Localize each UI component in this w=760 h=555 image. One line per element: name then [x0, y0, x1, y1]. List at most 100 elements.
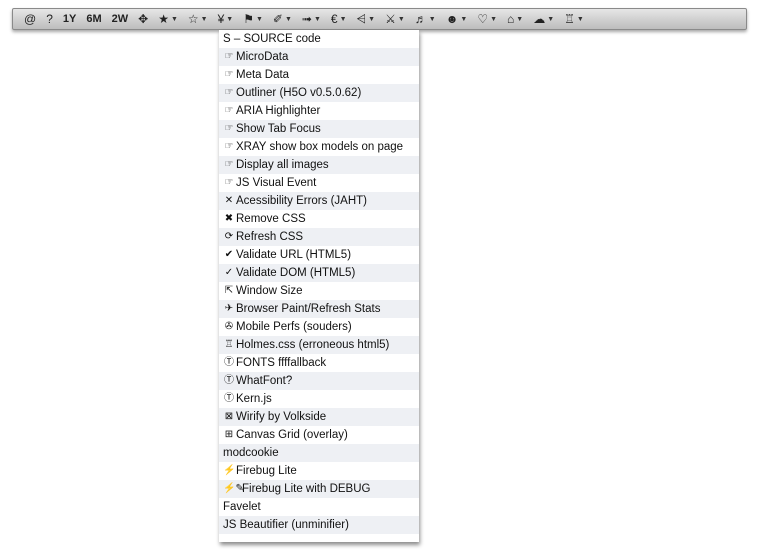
menu-item-label: MicroData	[236, 51, 289, 63]
toolbar-button-tower[interactable]: ♖ ▼	[559, 10, 589, 28]
bookmarklet-dropdown-menu: S – SOURCE code ☞ MicroData ☞ Meta Data ☞ Outl…	[219, 30, 419, 542]
menu-item-label: Browser Paint/Refresh Stats	[236, 303, 381, 315]
chevron-down-icon: ▼	[460, 15, 468, 23]
toolbar-button-heart[interactable]: ♡ ▼	[472, 10, 502, 28]
toolbar-button-star-outline[interactable]: ☆ ▼	[183, 10, 213, 28]
menu-item-icon: ⊞	[224, 429, 234, 440]
toolbar-folder-label: 6M	[86, 13, 102, 25]
euro-icon: €	[330, 12, 338, 26]
menu-item-label: FONTS ffffallback	[236, 357, 327, 369]
menu-item-label: Favelet	[223, 501, 261, 513]
menu-item[interactable]: ⇱ Window Size	[219, 282, 419, 300]
chevron-down-icon: ▼	[397, 15, 405, 23]
menu-item[interactable]: ☞ ARIA Highlighter	[219, 102, 419, 120]
arrow-right-icon: ➟	[301, 12, 312, 26]
music-icon: ♬	[414, 12, 427, 26]
at-icon: @	[24, 12, 37, 26]
crossed-swords-icon: ⚔	[385, 12, 396, 26]
menu-item-icon: ✓	[224, 267, 234, 278]
menu-item[interactable]: Ⓣ FONTS ffffallback	[219, 354, 419, 372]
chevron-down-icon: ▼	[255, 15, 263, 23]
menu-item-icon: ⊠	[224, 411, 234, 422]
toolbar-button-home[interactable]: ⌂ ▼	[502, 10, 528, 28]
toolbar-button-flag[interactable]: ⚑ ▼	[238, 10, 268, 28]
menu-item[interactable]: ✇ Mobile Perfs (souders)	[219, 318, 419, 336]
toolbar-button-move[interactable]: ✥	[133, 10, 153, 28]
menu-item-icon: ♖	[224, 339, 234, 350]
menu-item[interactable]: ☞ Display all images	[219, 156, 419, 174]
menu-item-icon: ⚡	[223, 465, 236, 476]
toolbar-button-cloud[interactable]: ☁ ▼	[528, 10, 559, 28]
menu-item[interactable]: Favelet	[219, 498, 419, 516]
menu-item[interactable]: ⚡ Firebug Lite	[219, 462, 419, 480]
menu-item[interactable]: ✈ Browser Paint/Refresh Stats	[219, 300, 419, 318]
tower-icon: ♖	[564, 12, 575, 26]
chevron-down-icon: ▼	[547, 15, 555, 23]
menu-item[interactable]: ⊞ Canvas Grid (overlay)	[219, 426, 419, 444]
pencil-icon: ✐	[272, 12, 283, 26]
menu-item[interactable]: ☞ Meta Data	[219, 66, 419, 84]
menu-item[interactable]: Ⓣ WhatFont?	[219, 372, 419, 390]
menu-item[interactable]: modcookie	[219, 444, 419, 462]
bookmarks-toolbar: @? 1Y 6M 2W ✥ ★ ▼ ☆ ▼ ¥ ▼ ⚑ ▼ ✐ ▼ ➟ ▼ € ▼ ⩤ ▼ ⚔ ▼ ♬ ▼ ☻ ▼ ♡ ▼ ⌂ ▼ ☁ ▼ ♖ ▼	[12, 8, 747, 30]
toolbar-button-face-avatar[interactable]: ☻ ▼	[441, 10, 473, 28]
chevron-down-icon: ▼	[339, 15, 347, 23]
menu-item[interactable]: ☞ Outliner (H5O v0.5.0.62)	[219, 84, 419, 102]
menu-item-icon: ✔	[224, 249, 234, 260]
menu-item[interactable]: S – SOURCE code	[219, 30, 419, 48]
menu-item[interactable]: ✓ Validate DOM (HTML5)	[219, 264, 419, 282]
flag-icon: ⚑	[243, 12, 254, 26]
toolbar-button-arrow-right[interactable]: ➟ ▼	[297, 10, 326, 28]
menu-item-label: Canvas Grid (overlay)	[236, 429, 348, 441]
menu-item[interactable]: JS Beautifier (unminifier)	[219, 516, 419, 534]
menu-item-label: Firebug Lite	[236, 465, 297, 477]
toolbar-button-crossed-swords[interactable]: ⚔ ▼	[380, 10, 410, 28]
toolbar-button-less-than[interactable]: ⩤ ▼	[352, 10, 381, 28]
toolbar-folder-6m[interactable]: 6M	[81, 10, 106, 28]
menu-item-icon: ✇	[224, 321, 234, 332]
menu-item[interactable]: ☞ XRAY show box models on page	[219, 138, 419, 156]
menu-item-icon: ✖	[224, 213, 234, 224]
face-avatar-icon: ☻	[445, 12, 459, 26]
menu-item-icon: ☞	[224, 87, 234, 98]
menu-item-icon: ✈	[224, 303, 234, 314]
menu-item-label: Display all images	[236, 159, 329, 171]
menu-item[interactable]: ⊠ Wirify by Volkside	[219, 408, 419, 426]
star-outline-icon: ☆	[187, 12, 199, 26]
menu-item[interactable]: ⟳ Refresh CSS	[219, 228, 419, 246]
menu-item[interactable]: ☞ Show Tab Focus	[219, 120, 419, 138]
menu-item[interactable]: Ⓣ Kern.js	[219, 390, 419, 408]
menu-item[interactable]: ✖ Remove CSS	[219, 210, 419, 228]
menu-item[interactable]: ✔ Validate URL (HTML5)	[219, 246, 419, 264]
menu-item[interactable]: ☞ MicroData	[219, 48, 419, 66]
toolbar-folder-1y[interactable]: 1Y	[58, 10, 81, 28]
toolbar-button-star-filled[interactable]: ★ ▼	[153, 10, 183, 28]
menu-item-icon: ⇱	[224, 285, 234, 296]
menu-item-icon: ☞	[224, 69, 234, 80]
toolbar-button-yen[interactable]: ¥ ▼	[213, 10, 239, 28]
menu-item[interactable]: ♖ Holmes.css (erroneous html5)	[219, 336, 419, 354]
menu-item-label: Meta Data	[236, 69, 290, 81]
menu-item-label: Outliner (H5O v0.5.0.62)	[236, 87, 362, 99]
toolbar-button-at[interactable]: @	[19, 10, 41, 28]
toolbar-button-euro[interactable]: € ▼	[326, 10, 352, 28]
menu-item-label: Refresh CSS	[236, 231, 304, 243]
heart-icon: ♡	[477, 12, 489, 26]
menu-item[interactable]: ✕ Acessibility Errors (JAHT)	[219, 192, 419, 210]
chevron-down-icon: ▼	[576, 15, 584, 23]
chevron-down-icon: ▼	[170, 15, 178, 23]
menu-item-icon: ☞	[224, 159, 234, 170]
toolbar-button-pencil[interactable]: ✐ ▼	[268, 10, 297, 28]
menu-item-label: WhatFont?	[236, 375, 293, 387]
help-icon: ?	[46, 12, 53, 26]
menu-item-icon: ☞	[224, 105, 234, 116]
menu-item-label: Window Size	[236, 285, 303, 297]
star-filled-icon: ★	[158, 12, 169, 26]
toolbar-button-music[interactable]: ♬ ▼	[410, 10, 441, 28]
menu-item[interactable]: ☞ JS Visual Event	[219, 174, 419, 192]
menu-item-icon: Ⓣ	[224, 393, 234, 404]
menu-item[interactable]: ⚡✎ Firebug Lite with DEBUG	[219, 480, 419, 498]
chevron-down-icon: ▼	[226, 15, 234, 23]
toolbar-folder-2w[interactable]: 2W	[107, 10, 134, 28]
toolbar-button-help[interactable]: ?	[41, 10, 58, 28]
